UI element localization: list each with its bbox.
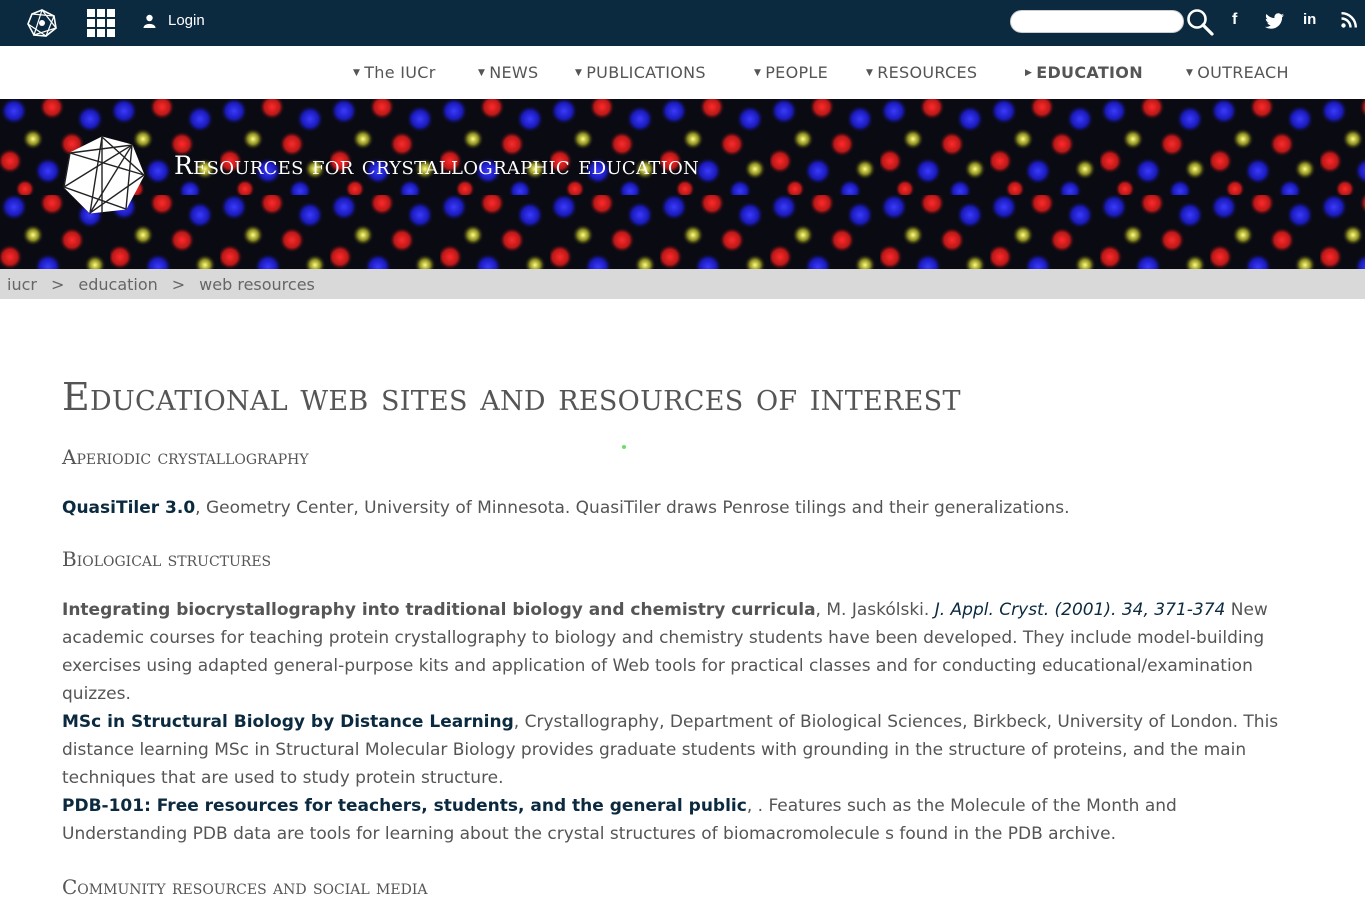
facebook-icon[interactable]: f [1232, 11, 1237, 29]
breadcrumb-item-education[interactable]: education [78, 275, 157, 294]
user-icon [143, 14, 156, 28]
breadcrumb-separator: > [171, 274, 186, 294]
breadcrumb-separator: > [50, 274, 65, 294]
list-item: MSc in Structural Biology by Distance Le… [62, 712, 1279, 788]
nav-item-resources[interactable]: ▼ RESOURCES [866, 63, 977, 82]
iucr-logo-large-icon[interactable] [60, 135, 148, 215]
nav-item-outreach[interactable]: ▼ OUTREACH [1186, 63, 1289, 82]
search-icon[interactable] [1186, 8, 1214, 36]
breadcrumb-item-iucr[interactable]: iucr [7, 275, 37, 294]
linkedin-icon[interactable]: in [1303, 11, 1316, 28]
breadcrumb: iucr > education > web resources [0, 269, 1365, 299]
banner-title: Resources for crystallographic education [174, 151, 700, 180]
header-banner: Resources for crystallographic education [0, 99, 1365, 269]
top-bar: Login f in [0, 0, 1365, 46]
list-item: PDB-101: Free resources for teachers, st… [62, 796, 1177, 844]
resource-title: Integrating biocrystallography into trad… [62, 600, 816, 620]
nav-item-publications[interactable]: ▼ PUBLICATIONS [575, 63, 706, 82]
caret-down-icon: ▼ [575, 67, 583, 78]
nav-item-the-iucr[interactable]: ▼ The IUCr [353, 63, 436, 82]
caret-down-icon: ▼ [353, 67, 361, 78]
section-heading-biological: Biological structures [62, 547, 272, 571]
main-nav: ▼ The IUCr ▼ NEWS ▼ PUBLICATIONS ▼ PEOPLE ▼ R… [0, 46, 1365, 99]
apps-grid-icon[interactable] [87, 9, 115, 37]
nav-item-people[interactable]: ▼ PEOPLE [754, 63, 828, 82]
rss-icon[interactable] [1341, 12, 1357, 28]
page-title: Educational web sites and resources of i… [62, 375, 961, 419]
caret-down-icon: ▼ [1186, 67, 1194, 78]
breadcrumb-item-web-resources[interactable]: web resources [199, 275, 315, 294]
caret-down-icon: ▼ [866, 67, 874, 78]
nav-item-education[interactable]: ▶ EDUCATION [1025, 63, 1143, 82]
caret-right-icon: ▶ [1025, 67, 1033, 78]
caret-down-icon: ▼ [478, 67, 486, 78]
search-input[interactable] [1010, 10, 1184, 33]
caret-down-icon: ▼ [754, 67, 762, 78]
resource-link[interactable]: PDB-101: Free resources for teachers, st… [62, 796, 747, 816]
resource-link[interactable]: MSc in Structural Biology by Distance Le… [62, 712, 514, 732]
citation-link[interactable]: J. Appl. Cryst. (2001). 34, 371-374 [935, 600, 1226, 620]
crystal-pattern-image [0, 99, 1365, 269]
iucr-logo-icon[interactable] [26, 8, 58, 38]
section-heading-community: Community resources and social media [62, 875, 428, 899]
section-heading-aperiodic: Aperiodic crystallography [62, 445, 309, 469]
login-link[interactable]: Login [143, 12, 205, 29]
twitter-icon[interactable] [1265, 13, 1285, 30]
main-content: Educational web sites and resources of i… [62, 372, 1292, 900]
list-item: QuasiTiler 3.0, Geometry Center, Univers… [62, 498, 1070, 518]
list-item: Integrating biocrystallography into trad… [62, 600, 1268, 704]
resource-link[interactable]: QuasiTiler 3.0 [62, 498, 195, 518]
login-label: Login [168, 12, 205, 29]
nav-item-news[interactable]: ▼ NEWS [478, 63, 539, 82]
